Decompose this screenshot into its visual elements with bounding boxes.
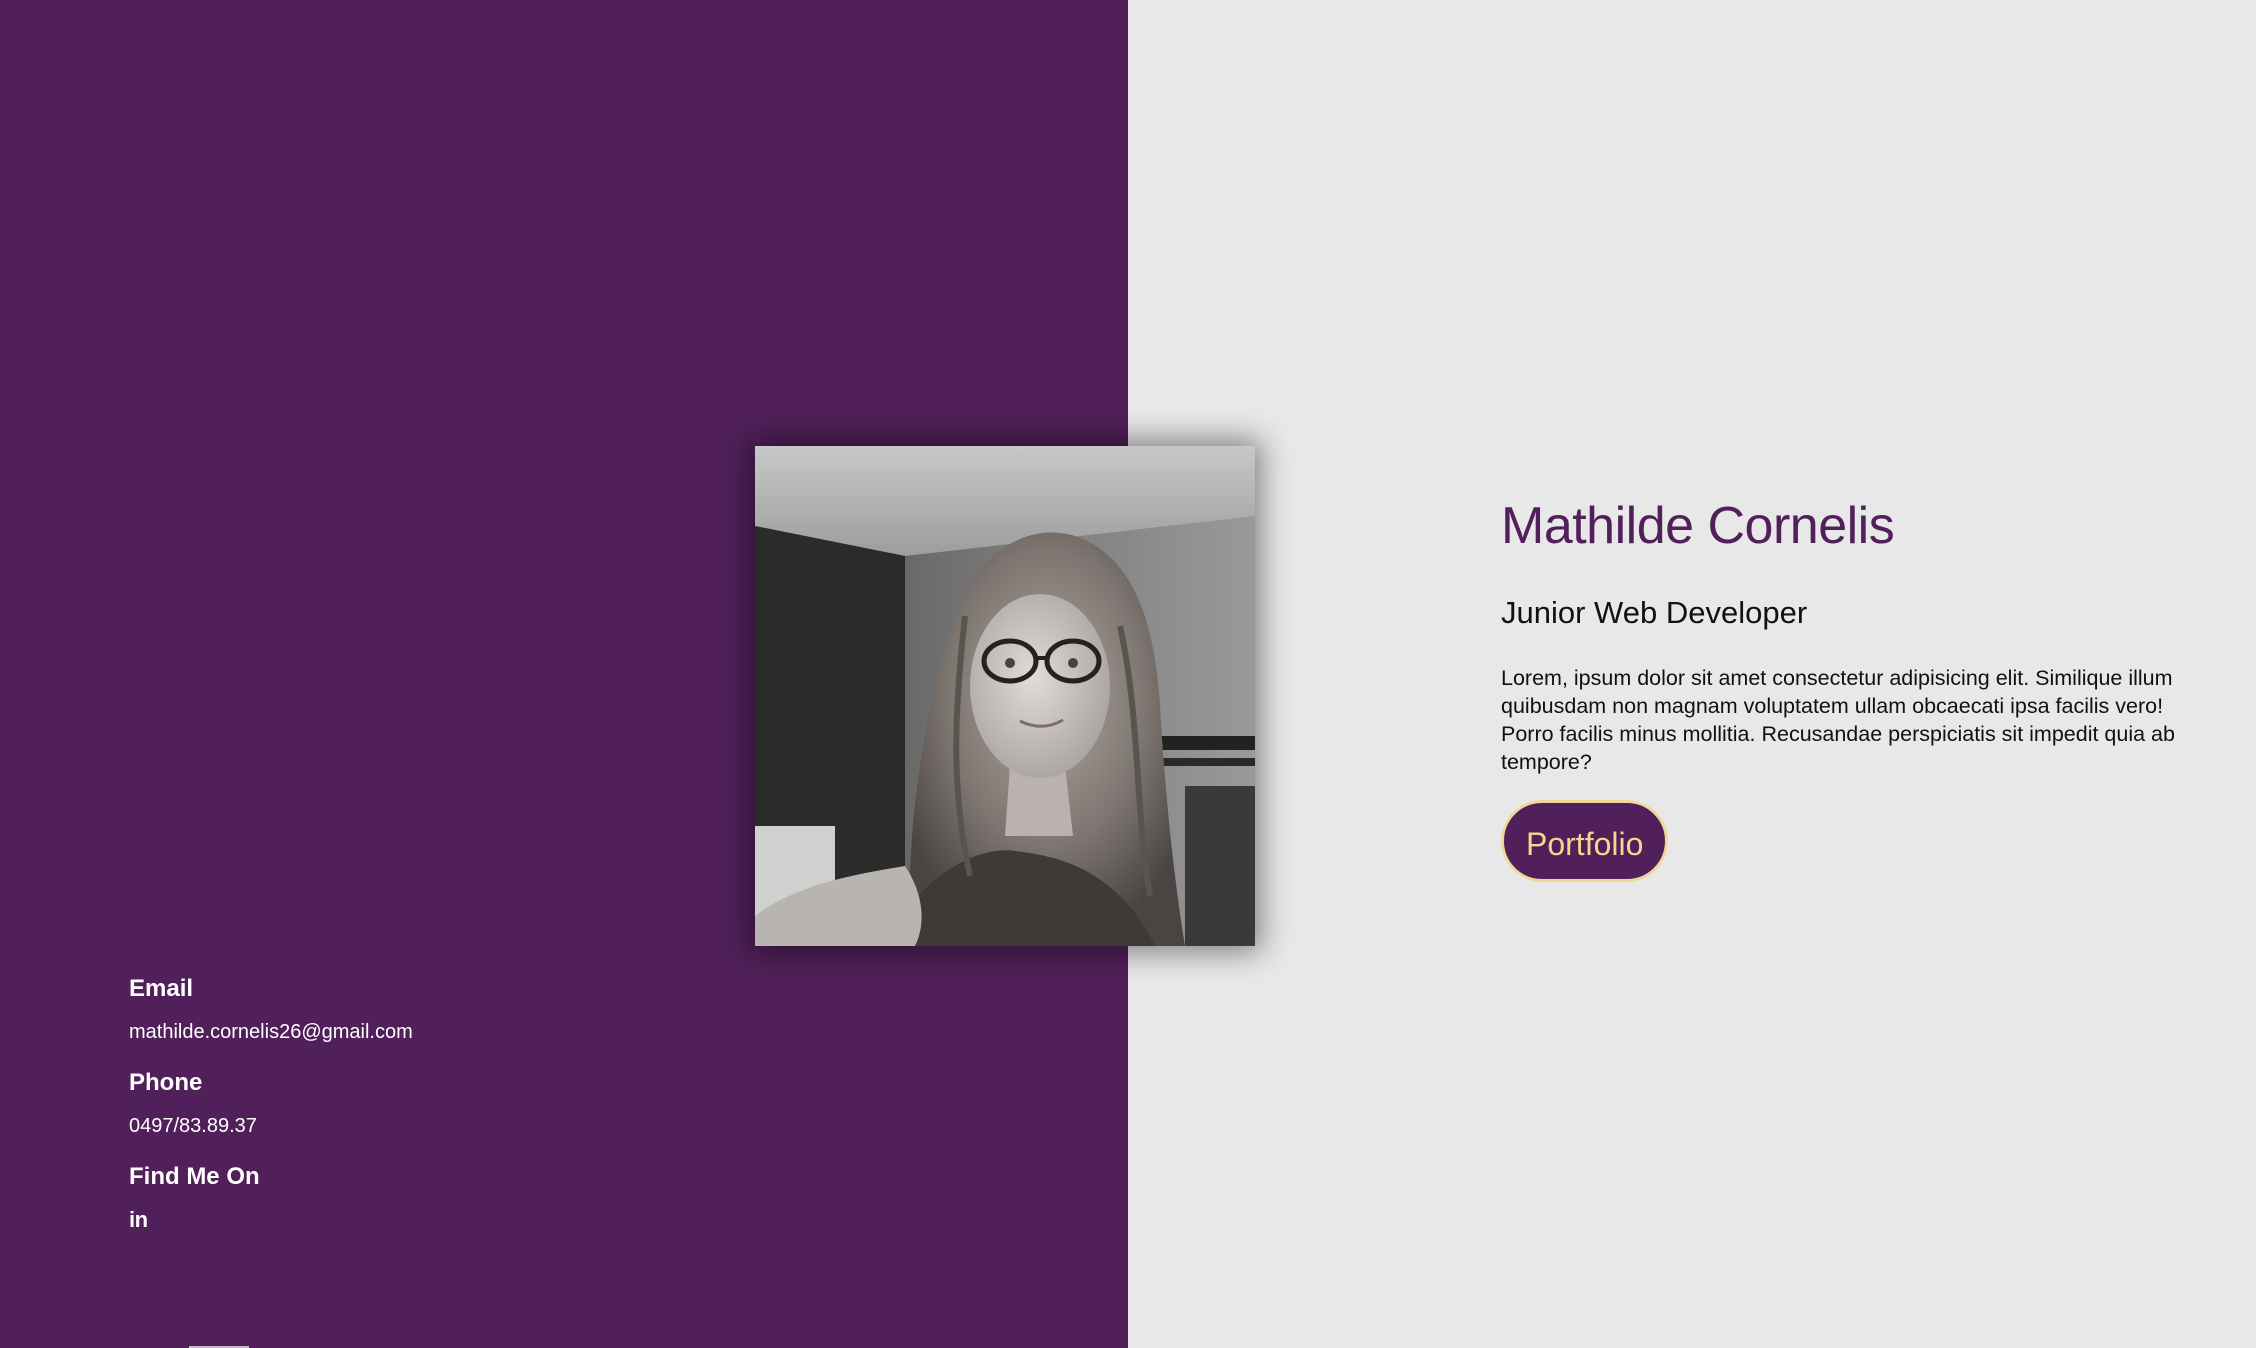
page-title: Mathilde Cornelis [1501,497,1895,555]
phone-value[interactable]: 0497/83.89.37 [129,1112,413,1140]
profile-photo [755,446,1255,946]
bio-text: Lorem, ipsum dolor sit amet consectetur … [1501,666,2175,774]
phone-heading: Phone [129,1069,203,1096]
portrait-image [755,446,1255,946]
email-heading: Email [129,975,194,1002]
social-heading: Find Me On [129,1163,260,1190]
page: Email mathilde.cornelis26@gmail.com Phon… [0,0,2256,1348]
email-value[interactable]: mathilde.cornelis26@gmail.com [129,1018,413,1046]
portfolio-button[interactable]: Portfolio [1501,800,1669,882]
linkedin-icon[interactable]: in [129,1206,148,1234]
job-title: Junior Web Developer [1501,595,1808,630]
intro-section: Mathilde Cornelis Junior Web Developer L… [1501,490,2191,882]
contact-section: Email mathilde.cornelis26@gmail.com Phon… [129,972,413,1234]
